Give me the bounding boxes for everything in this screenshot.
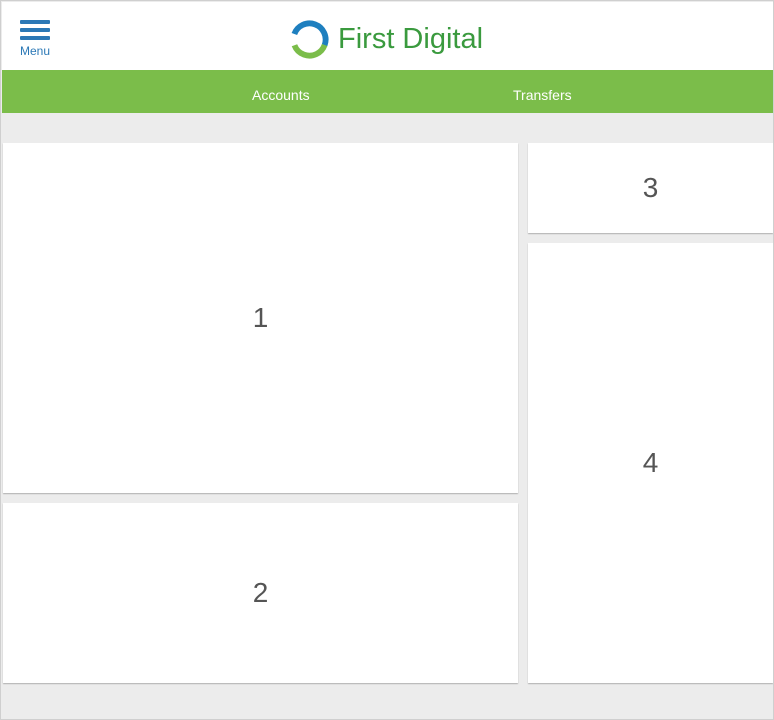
menu-label: Menu <box>20 44 51 58</box>
brand-name: First Digital <box>338 23 484 55</box>
main-nav: Accounts Transfers <box>2 70 773 113</box>
panel-1: 1 <box>3 143 518 493</box>
panel-label: 1 <box>252 302 269 333</box>
ring-logo-icon <box>290 19 329 59</box>
panel-label: 2 <box>252 577 269 608</box>
nav-accounts[interactable]: Accounts <box>252 70 310 113</box>
header: Menu First Digital <box>2 2 773 70</box>
menu-button[interactable]: Menu <box>20 20 54 60</box>
app-frame: Menu First Digital Accounts Transfers 1 … <box>0 0 774 720</box>
brand-logo[interactable]: First Digital <box>289 18 483 60</box>
nav-transfers[interactable]: Transfers <box>513 70 572 113</box>
hamburger-icon <box>20 20 50 42</box>
panel-4: 4 <box>528 243 773 683</box>
panel-label: 4 <box>642 447 659 478</box>
panel-3: 3 <box>528 143 773 233</box>
panel-2: 2 <box>3 503 518 683</box>
panel-label: 3 <box>642 172 659 203</box>
